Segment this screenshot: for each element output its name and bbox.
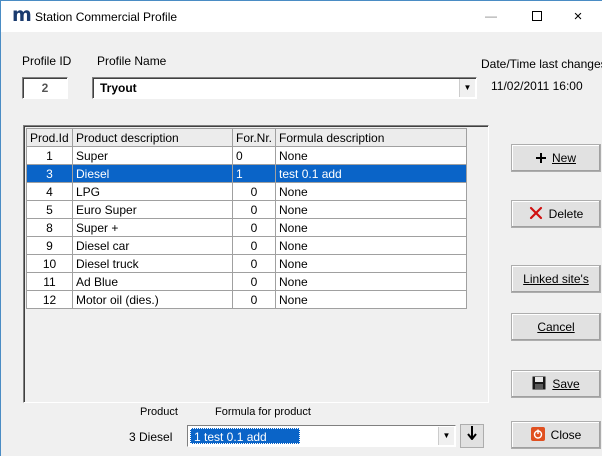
delete-button-label: Delete [548,207,584,221]
cell-product-description: Diesel truck [72,254,233,273]
header-formula-description[interactable]: Formula description [275,128,468,147]
cell-formula-nr: 0 [231,236,277,255]
new-button-label: New [551,151,576,165]
table-row[interactable]: 10 Diesel truck 0 None [26,254,468,273]
cell-prod-id: 1 [26,146,73,165]
formula-select[interactable]: 1 test 0.1 add ▼ [187,425,456,447]
app-logo-icon: m [12,4,32,26]
cell-prod-id: 9 [26,236,73,255]
cell-formula-description: None [275,254,468,273]
maximize-button[interactable] [514,1,560,32]
cell-product-description: Motor oil (dies.) [72,290,233,309]
table-row[interactable]: 8 Super + 0 None [26,218,468,237]
table-header-row: Prod.Id Product description For.Nr. Form… [26,128,468,147]
cell-prod-id: 5 [26,200,73,219]
table-row-selected[interactable]: 3 Diesel 1 test 0.1 add [26,164,468,183]
close-button-label: Close [550,428,582,442]
selected-product-value: 3 Diesel [129,430,173,444]
cell-formula-nr: 0 [231,218,277,237]
delete-button[interactable]: Delete [511,200,601,228]
date-changed-value: 11/02/2011 16:00 [491,79,583,93]
cell-formula-nr: 0 [231,146,277,165]
header-prod-id[interactable]: Prod.Id [26,128,73,147]
close-window-button[interactable]: × [555,1,601,32]
chevron-down-icon[interactable]: ▼ [438,427,454,445]
header-formula-nr[interactable]: For.Nr. [231,128,277,147]
profile-name-label: Profile Name [97,54,167,68]
profile-name-select[interactable]: Tryout ▼ [92,77,477,99]
cancel-button-label: Cancel [537,320,575,334]
title-bar: m Station Commercial Profile — × [1,1,602,32]
new-button[interactable]: New [511,144,601,172]
power-icon [530,426,545,444]
maximize-icon [532,11,542,22]
cancel-button[interactable]: Cancel [511,313,601,341]
chevron-down-icon[interactable]: ▼ [459,79,475,97]
header-product-description[interactable]: Product description [72,128,233,147]
date-changed-label: Date/Time last changes [481,57,602,71]
cell-product-description: Diesel car [72,236,233,255]
cell-product-description: Euro Super [72,200,233,219]
floppy-disk-icon [532,376,546,393]
window-title: Station Commercial Profile [35,10,178,24]
cell-formula-nr: 0 [231,254,277,273]
cell-formula-nr: 0 [231,182,277,201]
table-row[interactable]: 9 Diesel car 0 None [26,236,468,255]
cell-product-description: Super [72,146,233,165]
plus-icon [535,151,546,166]
cell-formula-description: test 0.1 add [275,164,468,183]
cell-prod-id: 11 [26,272,73,291]
formula-for-product-label: Formula for product [215,406,311,418]
profile-id-field[interactable]: 2 [22,77,68,99]
linked-sites-button[interactable]: Linked site's [511,265,601,293]
cell-formula-nr: 0 [231,200,277,219]
cell-prod-id: 12 [26,290,73,309]
formula-selected-value: 1 test 0.1 add [190,428,300,444]
cell-formula-description: None [275,146,468,165]
cell-prod-id: 8 [26,218,73,237]
cell-formula-nr: 0 [231,290,277,309]
cell-prod-id: 10 [26,254,73,273]
red-x-icon [529,206,543,223]
close-button[interactable]: Close [511,421,601,449]
table-row[interactable]: 4 LPG 0 None [26,182,468,201]
linked-sites-button-label: Linked site's [523,272,589,286]
table-row[interactable]: 12 Motor oil (dies.) 0 None [26,290,468,309]
cell-product-description: Diesel [72,164,233,183]
minimize-button[interactable]: — [468,1,514,32]
product-table[interactable]: Prod.Id Product description For.Nr. Form… [23,125,489,403]
product-label: Product [140,406,178,418]
cell-product-description: LPG [72,182,233,201]
cell-formula-description: None [275,218,468,237]
apply-formula-button[interactable] [460,424,484,448]
cell-formula-nr: 1 [231,164,277,183]
cell-prod-id: 4 [26,182,73,201]
table-row[interactable]: 11 Ad Blue 0 None [26,272,468,291]
cell-formula-description: None [275,272,468,291]
profile-name-value: Tryout [100,81,137,95]
cell-prod-id: 3 [26,164,73,183]
down-arrow-icon [467,426,477,444]
table-row[interactable]: 5 Euro Super 0 None [26,200,468,219]
save-button-label: Save [552,377,580,391]
cell-product-description: Ad Blue [72,272,233,291]
save-button[interactable]: Save [511,370,601,398]
profile-id-label: Profile ID [22,54,72,68]
cell-formula-description: None [275,200,468,219]
cell-formula-description: None [275,236,468,255]
cell-formula-description: None [275,290,468,309]
cell-product-description: Super + [72,218,233,237]
table-row[interactable]: 1 Super 0 None [26,146,468,165]
cell-formula-description: None [275,182,468,201]
cell-formula-nr: 0 [231,272,277,291]
